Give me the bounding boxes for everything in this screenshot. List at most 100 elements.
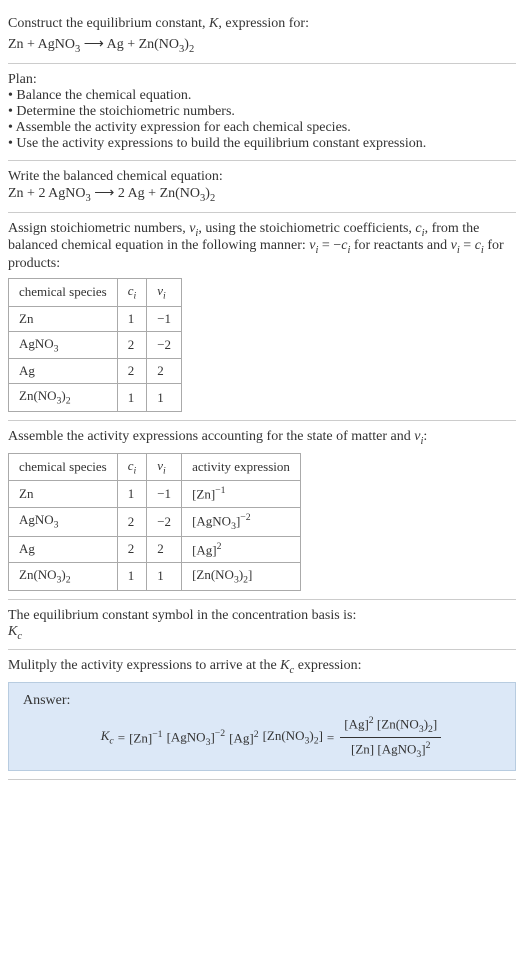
text: [Ag] <box>192 542 217 557</box>
c-sub: c <box>109 736 113 747</box>
activity-section: Assemble the activity expressions accoun… <box>8 421 516 600</box>
sub: i <box>163 291 166 302</box>
cell-activity: [Zn]−1 <box>182 481 301 507</box>
term: [Ag]2 <box>229 729 258 746</box>
text: Construct the equilibrium constant, <box>8 16 209 31</box>
text: ] <box>248 567 252 582</box>
table-row: Zn(NO3)2 1 1 [Zn(NO3)2] <box>9 562 301 590</box>
kc-symbol: Kc <box>8 624 516 642</box>
plan-item: • Use the activity expressions to build … <box>8 136 516 152</box>
cell-activity: [AgNO3]−2 <box>182 507 301 536</box>
construct-title: Construct the equilibrium constant, K, e… <box>8 16 516 32</box>
stoich-table: chemical species ci νi Zn 1 −1 AgNO3 2 −… <box>8 278 182 412</box>
sup: −1 <box>215 485 225 496</box>
sup: −2 <box>215 728 225 739</box>
text: AgNO <box>19 336 54 351</box>
construct-section: Construct the equilibrium constant, K, e… <box>8 8 516 64</box>
table-header-row: chemical species ci νi <box>9 279 182 307</box>
cell-c: 2 <box>117 536 147 562</box>
arrow: ⟶ <box>80 37 106 52</box>
cell-nu: −2 <box>147 331 182 359</box>
k-symbol: K <box>209 16 218 31</box>
text: [Ag] <box>344 716 369 731</box>
denominator: [Zn] [AgNO3]2 <box>347 738 434 760</box>
text: ] <box>319 728 323 743</box>
sub: 2 <box>66 575 71 586</box>
sub: 3 <box>54 520 59 531</box>
answer-label: Answer: <box>23 693 501 709</box>
col-species: chemical species <box>9 279 118 307</box>
cell-c: 1 <box>117 306 147 331</box>
sub: i <box>134 291 137 302</box>
text: : <box>423 429 427 444</box>
equals: = <box>327 730 334 746</box>
col-activity: activity expression <box>182 453 301 481</box>
text: [AgNO <box>167 729 206 744</box>
k: K <box>280 658 289 673</box>
cell-nu: 2 <box>147 536 182 562</box>
subscript: 2 <box>210 193 215 204</box>
unbalanced-equation: Zn + AgNO3 ⟶ Ag + Zn(NO3)2 <box>8 36 516 55</box>
sup: 2 <box>254 729 259 740</box>
sub: 3 <box>54 343 59 354</box>
cell-c: 1 <box>117 384 147 412</box>
text: 2 Ag + Zn(NO <box>118 186 200 201</box>
cell-activity: [Zn(NO3)2] <box>182 562 301 590</box>
multiply-section: Mulitply the activity expressions to arr… <box>8 650 516 780</box>
cell-species: AgNO3 <box>9 331 118 359</box>
cell-c: 1 <box>117 481 147 507</box>
text: Zn <box>19 486 33 501</box>
plan-section: Plan: • Balance the chemical equation. •… <box>8 64 516 161</box>
fraction: [Ag]2 [Zn(NO3)2] [Zn] [AgNO3]2 <box>340 715 441 760</box>
c-sub: c <box>17 630 22 641</box>
answer-box: Answer: Kc = [Zn]−1 [AgNO3]−2 [Ag]2 [Zn(… <box>8 682 516 771</box>
sup: 2 <box>369 715 374 726</box>
symbol-intro: The equilibrium constant symbol in the c… <box>8 608 516 624</box>
text: , using the stoichiometric coefficients, <box>198 221 415 236</box>
sup: 2 <box>426 740 431 751</box>
table-row: Ag 2 2 [Ag]2 <box>9 536 301 562</box>
table-row: Ag 2 2 <box>9 359 182 384</box>
text: Zn(NO <box>19 388 57 403</box>
text: Assign stoichiometric numbers, <box>8 221 189 236</box>
plan-item: • Assemble the activity expression for e… <box>8 120 516 136</box>
text: Zn + 2 AgNO <box>8 186 86 201</box>
sub: 2 <box>66 396 71 407</box>
cell-species: AgNO3 <box>9 507 118 536</box>
text: , expression for: <box>218 16 309 31</box>
table-row: AgNO3 2 −2 [AgNO3]−2 <box>9 507 301 536</box>
cell-c: 2 <box>117 331 147 359</box>
table-row: AgNO3 2 −2 <box>9 331 182 359</box>
cell-nu: 1 <box>147 562 182 590</box>
cell-species: Ag <box>9 359 118 384</box>
equals: = <box>118 730 125 746</box>
subscript: 2 <box>189 44 194 55</box>
cell-nu: −1 <box>147 481 182 507</box>
text: [Ag] <box>229 730 254 745</box>
activity-table: chemical species ci νi activity expressi… <box>8 453 301 591</box>
plan-item: • Balance the chemical equation. <box>8 88 516 104</box>
text: Ag <box>19 363 35 378</box>
k: K <box>8 624 17 639</box>
text: [Zn(NO <box>263 728 305 743</box>
symbol-section: The equilibrium constant symbol in the c… <box>8 600 516 651</box>
text: Ag <box>19 541 35 556</box>
plan-item: • Determine the stoichiometric numbers. <box>8 104 516 120</box>
cell-nu: 1 <box>147 384 182 412</box>
answer-formula: Kc = [Zn]−1 [AgNO3]−2 [Ag]2 [Zn(NO3)2] =… <box>23 715 501 760</box>
text: [Zn(NO <box>192 567 234 582</box>
text: [Zn] <box>129 730 152 745</box>
table-row: Zn 1 −1 [Zn]−1 <box>9 481 301 507</box>
plan-title: Plan: <box>8 72 516 88</box>
text: [Zn] <box>192 487 215 502</box>
sub: i <box>163 465 166 476</box>
table-header-row: chemical species ci νi activity expressi… <box>9 453 301 481</box>
text: [AgNO <box>377 741 416 756</box>
cell-activity: [Ag]2 <box>182 536 301 562</box>
cell-species: Zn(NO3)2 <box>9 384 118 412</box>
term: [AgNO3]−2 <box>167 728 226 748</box>
text: = <box>460 238 475 253</box>
sub: i <box>134 465 137 476</box>
text: Mulitply the activity expressions to arr… <box>8 658 280 673</box>
sup: −2 <box>240 512 250 523</box>
